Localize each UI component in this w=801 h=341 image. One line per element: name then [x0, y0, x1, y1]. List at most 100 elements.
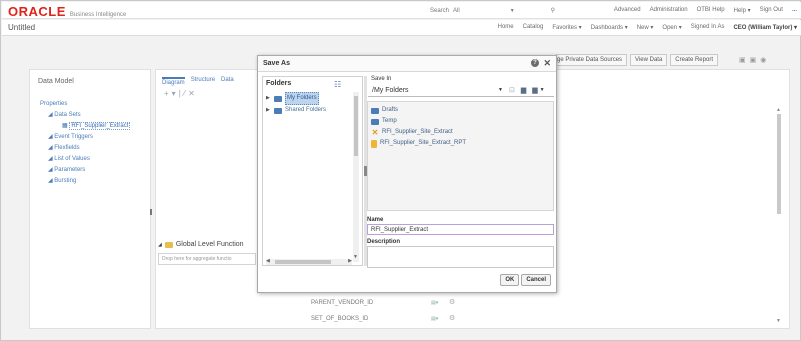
datamodel-toolbar: ge Private Data Sources View Data Create… [556, 54, 718, 66]
up-folder-icon[interactable]: ⊡ [509, 86, 515, 94]
catalog-link[interactable]: Catalog [523, 24, 544, 31]
signed-in-label: Signed In As [690, 24, 725, 30]
dialog-buttons: OK Cancel [500, 274, 551, 286]
advanced-link[interactable]: Advanced [614, 7, 641, 14]
ok-button[interactable]: OK [500, 274, 520, 286]
dialog-titlebar[interactable]: Save As ? ✕ [258, 56, 556, 72]
name-field[interactable]: RFI_Supplier_Extract [367, 224, 554, 235]
tree-item-data-sets[interactable]: ◢ Data Sets [40, 110, 130, 121]
panel-splitter[interactable] [150, 209, 152, 215]
table-row[interactable]: SET_OF_BOOKS_ID ▤▾ ⚙ [311, 311, 455, 327]
scroll-down-icon[interactable]: ▼ [776, 318, 781, 324]
list-item[interactable]: ✕ RFI_Supplier_Site_Extract [371, 127, 466, 138]
table-row[interactable]: PARENT_VENDOR_ID ▤▾ ⚙ [311, 295, 455, 311]
folder-tree: ▶ My Folders ▶ Shared Folders [266, 92, 326, 116]
delete-icon[interactable]: ✕ [188, 89, 198, 98]
help-icon[interactable]: ? [531, 59, 539, 67]
search-icon[interactable]: ⚲ [551, 7, 555, 14]
otbi-help-link[interactable]: OTBI Help [697, 7, 725, 14]
close-icon[interactable]: ✕ [543, 58, 551, 69]
tree-item-parameters[interactable]: ◢ Parameters [40, 165, 130, 176]
aggregate-drop-zone[interactable]: Drop here for aggregate functio [158, 253, 256, 265]
scroll-thumb[interactable] [275, 260, 331, 264]
column-type-icon[interactable]: ▤▾ [431, 295, 449, 311]
tab-diagram[interactable]: Diagram [162, 77, 185, 86]
glf-title: Global Level Function [175, 241, 244, 248]
app-window: ORACLE Business Intelligence Search All … [0, 0, 801, 341]
help-menu[interactable]: Help ▾ [734, 7, 751, 14]
horizontal-scrollbar[interactable]: ◀ ▶ [266, 258, 352, 265]
product-name: Business Intelligence [69, 12, 127, 18]
create-report-button[interactable]: Create Report [670, 54, 718, 66]
save-icon[interactable]: ▣ [739, 56, 746, 64]
header-links: Advanced Administration OTBI Help Help ▾… [614, 7, 797, 14]
chevron-down-icon[interactable]: ▼ [540, 87, 545, 93]
tree-item-my-folders[interactable]: ▶ My Folders [266, 92, 326, 105]
diagram-tools: +▾|⁄✕ [164, 89, 198, 98]
more-icon[interactable]: ... [792, 7, 797, 14]
tree-item-properties[interactable]: Properties [40, 99, 130, 110]
tree-item-shared-folders[interactable]: ▶ Shared Folders [266, 105, 326, 116]
gear-icon[interactable]: ⚙ [449, 295, 455, 311]
manage-private-data-sources-button[interactable]: ge Private Data Sources [556, 54, 628, 66]
help-icon[interactable]: ◉ [760, 56, 766, 64]
search-scope[interactable]: All [453, 8, 460, 14]
tree-item-label: Bursting [54, 178, 77, 184]
user-menu[interactable]: CEO (William Taylor) ▾ [733, 24, 797, 31]
list-item[interactable]: Temp [371, 116, 466, 127]
administration-link[interactable]: Administration [650, 7, 688, 14]
open-menu[interactable]: Open ▾ [662, 24, 681, 31]
home-link[interactable]: Home [498, 24, 514, 31]
chevron-right-icon[interactable]: ▶ [266, 105, 271, 116]
chevron-down-icon[interactable]: ▼ [498, 87, 503, 93]
folder-icon [164, 241, 173, 248]
favorites-menu[interactable]: Favorites ▾ [552, 24, 581, 31]
scroll-thumb[interactable] [354, 96, 358, 156]
sign-out-link[interactable]: Sign Out [760, 7, 783, 14]
scroll-down-icon[interactable]: ▼ [353, 254, 358, 260]
file-label: Temp [382, 118, 397, 124]
new-folder-icon[interactable]: ▆ [521, 86, 526, 94]
chevron-right-icon[interactable]: ▶ [266, 93, 271, 104]
tree-item-list-of-values[interactable]: ◢ List of Values [40, 154, 130, 165]
tree-item-bursting[interactable]: ◢ Bursting [40, 176, 130, 187]
tab-structure[interactable]: Structure [191, 77, 215, 86]
scroll-left-icon[interactable]: ◀ [266, 258, 270, 264]
tree-item-label: Parameters [54, 167, 86, 173]
vertical-scrollbar[interactable] [777, 114, 781, 214]
save-in-select[interactable]: /My Folders ▼ ⊡ ▆ ▆ ▼ [368, 84, 554, 97]
column-type-icon[interactable]: ▤▾ [431, 311, 449, 327]
gear-icon[interactable]: ⚙ [449, 311, 455, 327]
scroll-up-icon[interactable]: ▲ [776, 107, 781, 113]
list-item[interactable]: Drafts [371, 105, 466, 116]
list-item[interactable]: RFI_Supplier_Site_Extract_RPT [371, 138, 466, 149]
tab-data[interactable]: Data [221, 77, 234, 86]
file-list: Drafts Temp ✕ RFI_Supplier_Site_Extract … [367, 101, 554, 211]
view-options-icon[interactable]: ▆ [532, 86, 537, 94]
name-label: Name [367, 217, 384, 223]
cancel-button[interactable]: Cancel [521, 274, 551, 286]
chevron-down-icon[interactable]: ▼ [510, 8, 515, 14]
tree-item-flexfields[interactable]: ◢ Flexfields [40, 143, 130, 154]
new-menu[interactable]: New ▾ [637, 24, 654, 31]
tree-item-label: RFI_Supplier_Extract [69, 122, 131, 130]
glf-header[interactable]: ◢ Global Level Function [158, 241, 258, 248]
description-field[interactable] [367, 246, 554, 268]
dashboards-menu[interactable]: Dashboards ▾ [591, 24, 628, 31]
save-as-icon[interactable]: ▣ [750, 56, 757, 64]
save-in-value: /My Folders [372, 86, 409, 94]
brand-name: ORACLE [8, 4, 66, 19]
expand-icon[interactable]: ◢ [158, 242, 162, 248]
tree-item-label: Event Triggers [54, 134, 93, 140]
tree-item-data-set[interactable]: ▦ RFI_Supplier_Extract [40, 121, 131, 132]
vertical-scrollbar[interactable]: ▼ [353, 92, 359, 262]
oracle-logo[interactable]: ORACLE Business Intelligence [8, 4, 126, 19]
add-icon[interactable]: +▾ [164, 89, 179, 98]
tree-item-label: Shared Folders [285, 107, 327, 113]
view-data-button[interactable]: View Data [630, 54, 668, 66]
folder-tree-icon[interactable]: ☷ [334, 80, 341, 89]
scroll-right-icon[interactable]: ▶ [348, 258, 352, 264]
tree-item-event-triggers[interactable]: ◢ Event Triggers [40, 132, 130, 143]
tree-item-label: Data Sets [54, 112, 81, 118]
folder-icon [371, 118, 379, 125]
